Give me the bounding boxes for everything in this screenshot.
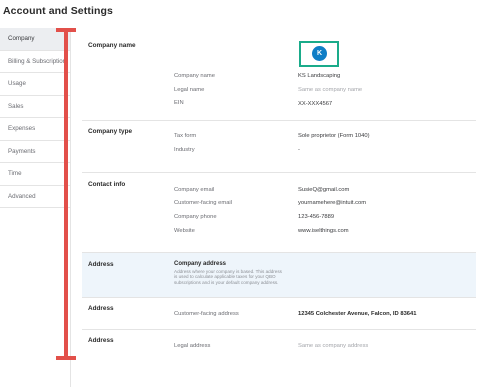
industry-value: - (298, 147, 300, 153)
sidebar-item-usage[interactable]: Usage (0, 73, 70, 96)
sidebar-item-time[interactable]: Time (0, 163, 70, 186)
website-value: www.iselthings.com (298, 228, 349, 234)
row-label: Company email (174, 187, 215, 193)
sidebar-item-expenses[interactable]: Expenses (0, 118, 70, 141)
customer-address-value: 12345 Colchester Avenue, Falcon, ID 8364… (298, 311, 417, 317)
row-label: Legal address (174, 343, 211, 349)
customer-email-value: yournamehere@intuit.com (298, 200, 367, 206)
row-label: Tax form (174, 133, 197, 139)
row-label: Industry (174, 147, 195, 153)
contact-info-section[interactable]: Contact info Company email SusieQ@gmail.… (82, 173, 476, 253)
ein-value: XX-XXX4567 (298, 101, 333, 107)
row-label: Customer-facing email (174, 200, 232, 206)
company-phone-value: 123-456-7889 (298, 214, 335, 220)
company-name-value: KS Landscaping (298, 73, 341, 79)
logo-avatar: K (312, 46, 327, 61)
company-name-section[interactable]: Company name K Company name KS Landscapi… (82, 28, 476, 121)
sidebar-item-payments[interactable]: Payments (0, 141, 70, 163)
section-label: Address (88, 337, 114, 344)
annotation-bracket-bottom (56, 356, 76, 360)
page-title: Account and Settings (3, 5, 113, 17)
customer-address-section[interactable]: Address Customer-facing address 12345 Co… (82, 298, 476, 330)
legal-address-value: Same as company address (298, 343, 369, 349)
row-label: Legal name (174, 87, 205, 93)
row-label: Website (174, 228, 195, 234)
row-label: Company phone (174, 214, 217, 220)
section-label: Address (88, 305, 114, 312)
company-logo[interactable]: K (299, 41, 339, 67)
annotation-bracket-line (64, 30, 68, 358)
legal-address-section[interactable]: Address Legal address Same as company ad… (82, 330, 476, 366)
company-address-section[interactable]: Address Company address Address where yo… (82, 253, 476, 298)
tax-form-value: Sole proprietor (Form 1040) (298, 133, 370, 139)
legal-name-value: Same as company name (298, 87, 363, 93)
row-label: EIN (174, 100, 184, 106)
company-address-description: Address where your company is based. Thi… (174, 269, 282, 285)
sidebar-item-advanced[interactable]: Advanced (0, 186, 70, 208)
sidebar-item-sales[interactable]: Sales (0, 96, 70, 118)
section-label: Company name (88, 42, 136, 49)
company-address-title: Company address (174, 261, 227, 267)
sidebar-item-billing[interactable]: Billing & Subscription (0, 51, 70, 73)
section-label: Contact info (88, 181, 126, 188)
company-type-section[interactable]: Company type Tax form Sole proprietor (F… (82, 121, 476, 173)
settings-sidebar: Company Billing & Subscription Usage Sal… (0, 28, 71, 387)
section-label: Address (88, 261, 114, 268)
company-settings-panel: Company name K Company name KS Landscapi… (82, 28, 476, 366)
section-label: Company type (88, 128, 133, 135)
row-label: Customer-facing address (174, 311, 239, 317)
company-email-value: SusieQ@gmail.com (298, 187, 350, 193)
row-label: Company name (174, 73, 215, 79)
